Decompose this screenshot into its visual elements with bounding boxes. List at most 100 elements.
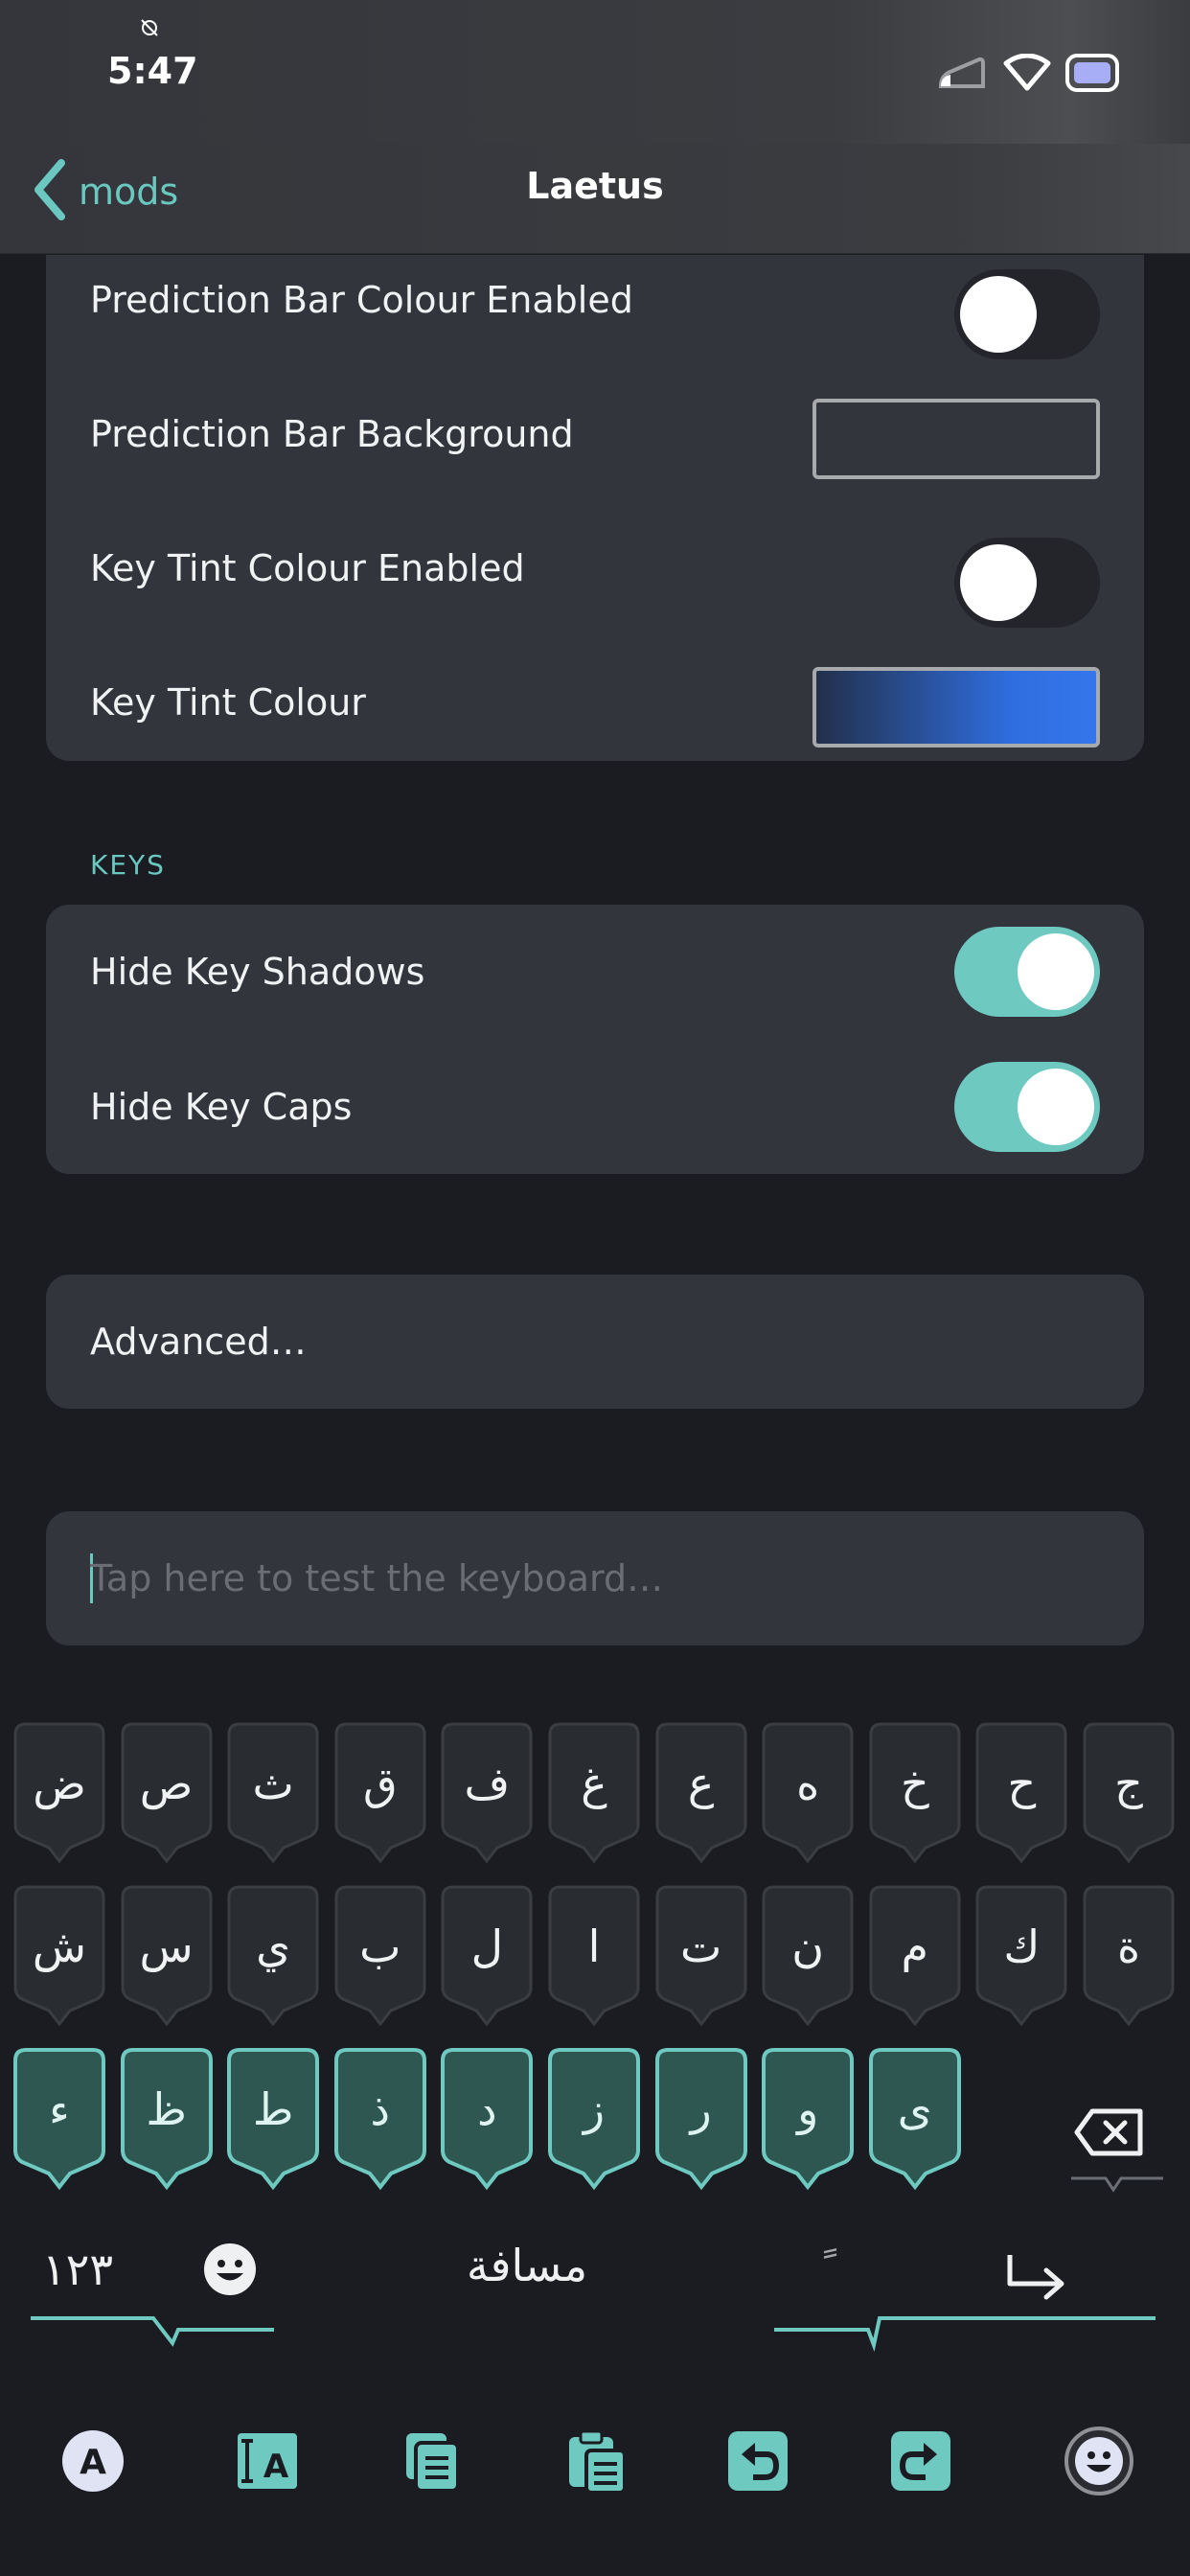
key-row1-2[interactable]: ث bbox=[226, 1721, 320, 1865]
key-row2-1[interactable]: س bbox=[120, 1884, 214, 2028]
test-keyboard-input[interactable]: Tap here to test the keyboard… bbox=[46, 1511, 1144, 1645]
key-label: ن bbox=[791, 1920, 825, 1972]
key-row1-1[interactable]: ص bbox=[120, 1721, 214, 1865]
key-label: ي bbox=[256, 1920, 291, 1972]
advanced-button[interactable]: Advanced… bbox=[46, 1275, 1144, 1409]
toggle-knob bbox=[960, 544, 1037, 621]
key-label: ص bbox=[139, 1758, 194, 1809]
row-label: Hide Key Shadows bbox=[90, 951, 425, 993]
autocorrect-icon[interactable]: A bbox=[59, 2427, 126, 2495]
key-row1-5[interactable]: غ bbox=[547, 1721, 641, 1865]
row-label: Prediction Bar Background bbox=[90, 413, 574, 455]
svg-text:A: A bbox=[80, 2443, 106, 2482]
key-row2-7[interactable]: ن bbox=[761, 1884, 855, 2028]
prediction-bar-background-swatch[interactable] bbox=[812, 399, 1100, 479]
key-tint-colour-enabled-row: Key Tint Colour Enabled bbox=[46, 501, 1144, 635]
emoji-icon[interactable] bbox=[1064, 2426, 1134, 2496]
settings-list[interactable]: Prediction Bar Colour Enabled Prediction… bbox=[0, 255, 1190, 1678]
status-bar: 5:47 bbox=[0, 0, 1190, 144]
left-swipe-indicator bbox=[31, 2316, 274, 2347]
key-tint-colour-swatch[interactable] bbox=[812, 667, 1100, 748]
key-label: ش bbox=[32, 1920, 87, 1972]
undo-icon[interactable] bbox=[724, 2427, 791, 2495]
key-label: م bbox=[901, 1920, 929, 1972]
key-label: ق bbox=[362, 1758, 398, 1809]
key-label: ء bbox=[49, 2083, 70, 2135]
prediction-bar-colour-toggle[interactable] bbox=[954, 269, 1100, 359]
key-row3-2[interactable]: ط bbox=[226, 2047, 320, 2191]
wifi-icon bbox=[1002, 53, 1052, 96]
appearance-card: Prediction Bar Colour Enabled Prediction… bbox=[46, 255, 1144, 761]
row-label: Key Tint Colour Enabled bbox=[90, 547, 525, 589]
battery-icon bbox=[1065, 54, 1119, 96]
key-row2-8[interactable]: م bbox=[868, 1884, 962, 2028]
prediction-bar-colour-enabled-row: Prediction Bar Colour Enabled bbox=[46, 255, 1144, 367]
hide-key-caps-toggle[interactable] bbox=[954, 1062, 1100, 1152]
emoji-key[interactable] bbox=[196, 2236, 263, 2303]
key-row2-10[interactable]: ة bbox=[1082, 1884, 1176, 2028]
row-label: Hide Key Caps bbox=[90, 1086, 353, 1128]
row-label: Key Tint Colour bbox=[90, 681, 366, 724]
row-label: Prediction Bar Colour Enabled bbox=[90, 279, 633, 321]
test-keyboard-placeholder: Tap here to test the keyboard… bbox=[90, 1557, 664, 1599]
key-row3-8[interactable]: ى bbox=[868, 2047, 962, 2191]
key-row2-9[interactable]: ك bbox=[974, 1884, 1068, 2028]
prediction-bar-background-row: Prediction Bar Background bbox=[46, 367, 1144, 501]
key-label: ك bbox=[1003, 1920, 1041, 1972]
key-tint-colour-toggle[interactable] bbox=[954, 538, 1100, 628]
key-label: ط bbox=[252, 2083, 294, 2135]
key-row1-6[interactable]: ع bbox=[654, 1721, 748, 1865]
keys-card: Hide Key Shadows Hide Key Caps bbox=[46, 905, 1144, 1174]
return-arrow-icon bbox=[1002, 2255, 1069, 2312]
key-row2-4[interactable]: ل bbox=[440, 1884, 534, 2028]
key-row1-7[interactable]: ه bbox=[761, 1721, 855, 1865]
numbers-key[interactable]: ١٢٣ bbox=[25, 2236, 130, 2303]
backspace-key[interactable] bbox=[1071, 2104, 1148, 2161]
backspace-icon bbox=[1071, 2108, 1148, 2172]
key-row3-4[interactable]: د bbox=[440, 2047, 534, 2191]
text-format-icon[interactable]: A bbox=[234, 2427, 301, 2495]
key-row1-10[interactable]: ج bbox=[1082, 1721, 1176, 1865]
return-key[interactable] bbox=[1002, 2243, 1069, 2301]
key-row2-6[interactable]: ت bbox=[654, 1884, 748, 2028]
key-row2-5[interactable]: ا bbox=[547, 1884, 641, 2028]
key-row1-4[interactable]: ف bbox=[440, 1721, 534, 1865]
copy-icon[interactable] bbox=[399, 2427, 466, 2495]
key-row1-3[interactable]: ق bbox=[333, 1721, 427, 1865]
key-label: خ bbox=[900, 1758, 929, 1809]
key-row3-7[interactable]: و bbox=[761, 2047, 855, 2191]
hide-key-shadows-row: Hide Key Shadows bbox=[46, 905, 1144, 1039]
redo-icon[interactable] bbox=[887, 2427, 954, 2495]
key-row1-0[interactable]: ض bbox=[12, 1721, 106, 1865]
key-label: ت bbox=[679, 1920, 722, 1972]
key-label: ز bbox=[583, 2083, 606, 2135]
key-row3-0[interactable]: ء bbox=[12, 2047, 106, 2191]
key-row2-3[interactable]: ب bbox=[333, 1884, 427, 2028]
key-label: ب bbox=[359, 1920, 401, 1972]
key-label: ح bbox=[1007, 1758, 1037, 1809]
key-label: د bbox=[477, 2083, 497, 2135]
paste-icon[interactable] bbox=[561, 2427, 629, 2495]
key-label: ر bbox=[690, 2083, 712, 2135]
space-key[interactable]: مسافة bbox=[422, 2232, 632, 2299]
key-label: ا bbox=[587, 1920, 601, 1972]
key-row2-0[interactable]: ش bbox=[12, 1884, 106, 2028]
key-label: ج bbox=[1114, 1758, 1143, 1809]
hide-key-shadows-toggle[interactable] bbox=[954, 927, 1100, 1017]
key-row3-6[interactable]: ر bbox=[654, 2047, 748, 2191]
keyboard: ض ص ث ق ف غ ع ه خ ح ج شس ي ب ل ا ت ن م ك ة ء ظ ط ذ د ز ر و ى ١٢٣ مس… bbox=[0, 1678, 1190, 2576]
page-title: Laetus bbox=[526, 165, 664, 207]
key-label: ه bbox=[796, 1758, 820, 1809]
status-time: 5:47 bbox=[107, 50, 198, 92]
diacritic-key[interactable]: ً bbox=[786, 2236, 853, 2303]
right-swipe-indicator bbox=[774, 2316, 1156, 2353]
key-row3-5[interactable]: ز bbox=[547, 2047, 641, 2191]
navigation-bar: mods Laetus bbox=[0, 144, 1190, 254]
key-tint-colour-row: Key Tint Colour bbox=[46, 635, 1144, 770]
key-row1-8[interactable]: خ bbox=[868, 1721, 962, 1865]
key-row2-2[interactable]: ي bbox=[226, 1884, 320, 2028]
key-row3-3[interactable]: ذ bbox=[333, 2047, 427, 2191]
key-label: غ bbox=[581, 1758, 607, 1809]
key-row3-1[interactable]: ظ bbox=[120, 2047, 214, 2191]
key-row1-9[interactable]: ح bbox=[974, 1721, 1068, 1865]
